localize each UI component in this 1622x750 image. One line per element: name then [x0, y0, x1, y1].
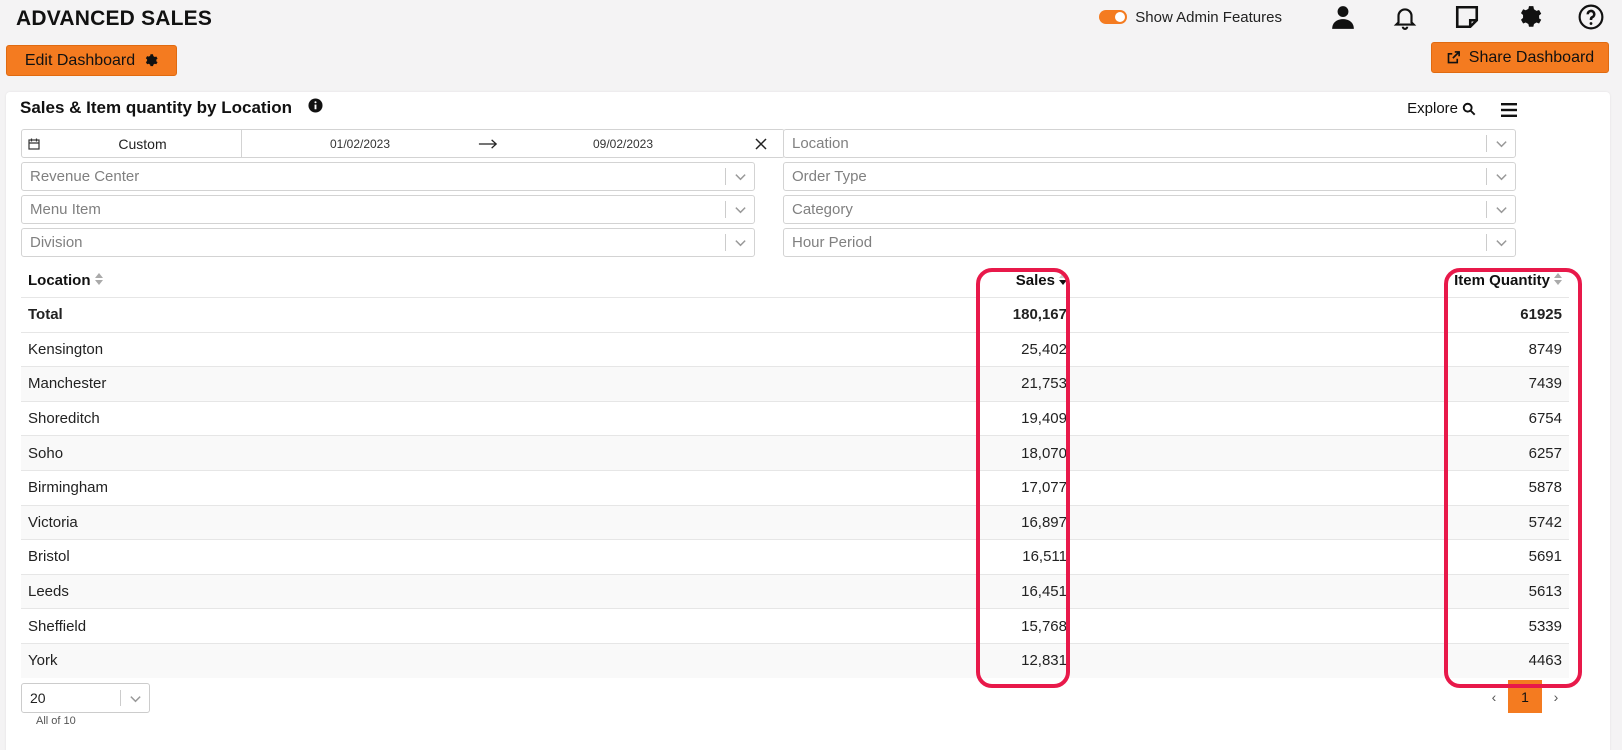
- user-icon[interactable]: [1328, 2, 1358, 32]
- menu-item-select[interactable]: Menu Item: [21, 195, 755, 224]
- location-table: Location Sales Item Quantity Total 180,1…: [21, 263, 1569, 678]
- share-dashboard-label: Share Dashboard: [1468, 48, 1595, 66]
- location-select[interactable]: Location: [783, 129, 1516, 158]
- bell-icon[interactable]: [1390, 2, 1420, 32]
- table-row: Shoreditch 19,409 6754: [21, 400, 1569, 436]
- table-row: Bristol 16,511 5691: [21, 539, 1569, 574]
- division-select[interactable]: Division: [21, 228, 755, 257]
- external-link-icon: [1447, 51, 1460, 64]
- info-icon[interactable]: [308, 98, 323, 118]
- report-card: Sales & Item quantity by Location Explor…: [6, 92, 1610, 750]
- date-start[interactable]: 01/02/2023: [242, 137, 478, 151]
- category-select[interactable]: Category: [783, 195, 1516, 224]
- help-icon[interactable]: [1576, 2, 1606, 32]
- admin-features-toggle[interactable]: [1099, 10, 1128, 24]
- next-page-button[interactable]: ›: [1542, 689, 1570, 705]
- chevron-down-icon: [121, 692, 149, 705]
- edit-dashboard-button[interactable]: Edit Dashboard: [6, 45, 177, 76]
- note-icon[interactable]: [1452, 2, 1482, 32]
- table-header: Location Sales Item Quantity: [21, 263, 1569, 297]
- sales-column-highlight: [976, 268, 1070, 688]
- table-row: Soho 18,070 6257: [21, 435, 1569, 470]
- cell-location: Bristol: [28, 548, 70, 566]
- table-row: Birmingham 17,077 5878: [21, 469, 1569, 505]
- gear-icon: [146, 54, 158, 67]
- chevron-down-icon: [726, 203, 754, 216]
- chevron-down-icon: [1487, 137, 1515, 150]
- close-icon[interactable]: [748, 137, 774, 150]
- card-title-text: Sales & Item quantity by Location: [20, 98, 293, 117]
- cell-location: Leeds: [28, 583, 69, 601]
- date-preset[interactable]: Custom: [44, 130, 242, 157]
- hour-period-select[interactable]: Hour Period: [783, 228, 1516, 257]
- admin-features-label: Show Admin Features: [1135, 8, 1282, 26]
- cell-location: Soho: [28, 444, 64, 462]
- record-count: All of 10: [36, 715, 76, 727]
- revenue-center-select[interactable]: Revenue Center: [21, 162, 755, 191]
- menu-item-placeholder: Menu Item: [30, 201, 101, 218]
- location-placeholder: Location: [792, 135, 849, 152]
- division-placeholder: Division: [30, 234, 83, 251]
- gear-icon[interactable]: [1514, 2, 1544, 32]
- card-title: Sales & Item quantity by Location: [20, 98, 323, 118]
- table-row: Kensington 25,402 8749: [21, 331, 1569, 367]
- cell-location: Sheffield: [28, 617, 87, 635]
- explore-label: Explore: [1407, 100, 1458, 117]
- table-row-total: Total 180,167 61925: [21, 297, 1569, 332]
- explore-button[interactable]: Explore: [1407, 100, 1476, 117]
- arrow-right-icon: [478, 138, 498, 150]
- column-header-location[interactable]: Location: [21, 272, 921, 289]
- sort-icon: [94, 272, 103, 289]
- chevron-down-icon: [726, 170, 754, 183]
- cell-location: Birmingham: [28, 479, 109, 497]
- revenue-center-placeholder: Revenue Center: [30, 168, 140, 185]
- table-row: Manchester 21,753 7439: [21, 366, 1569, 401]
- date-end[interactable]: 09/02/2023: [498, 137, 748, 151]
- chevron-down-icon: [1487, 203, 1515, 216]
- order-type-select[interactable]: Order Type: [783, 162, 1516, 191]
- chevron-down-icon: [1487, 236, 1515, 249]
- table-row: Victoria 16,897 5742: [21, 504, 1569, 540]
- share-dashboard-button[interactable]: Share Dashboard: [1431, 42, 1609, 73]
- cell-location: Victoria: [28, 513, 78, 531]
- page-size-value: 20: [30, 690, 46, 706]
- cell-location: York: [28, 652, 58, 670]
- table-row: Sheffield 15,768 5339: [21, 608, 1569, 643]
- header-label: Location: [28, 271, 91, 289]
- cell-location: Kensington: [28, 340, 104, 358]
- calendar-icon[interactable]: [22, 138, 44, 150]
- top-bar: Show Admin Features: [1099, 0, 1622, 34]
- hamburger-menu-icon[interactable]: [1500, 101, 1518, 124]
- cell-location: Total: [28, 306, 63, 324]
- cell-location: Shoreditch: [28, 410, 100, 428]
- category-placeholder: Category: [792, 201, 853, 218]
- table-row: Leeds 16,451 5613: [21, 573, 1569, 609]
- app-title: ADVANCED SALES: [16, 7, 213, 30]
- hour-period-placeholder: Hour Period: [792, 234, 873, 251]
- date-range-filter[interactable]: Custom 01/02/2023 09/02/2023: [21, 129, 785, 158]
- cell-location: Manchester: [28, 375, 107, 393]
- prev-page-button[interactable]: ‹: [1480, 689, 1508, 705]
- chevron-down-icon: [726, 236, 754, 249]
- order-type-placeholder: Order Type: [792, 168, 867, 185]
- chevron-down-icon: [1487, 170, 1515, 183]
- search-icon: [1462, 102, 1476, 115]
- edit-dashboard-label: Edit Dashboard: [24, 51, 136, 69]
- page-size-select[interactable]: 20: [21, 683, 150, 713]
- table-row: York 12,831 4463: [21, 642, 1569, 678]
- item-quantity-column-highlight: [1444, 268, 1582, 688]
